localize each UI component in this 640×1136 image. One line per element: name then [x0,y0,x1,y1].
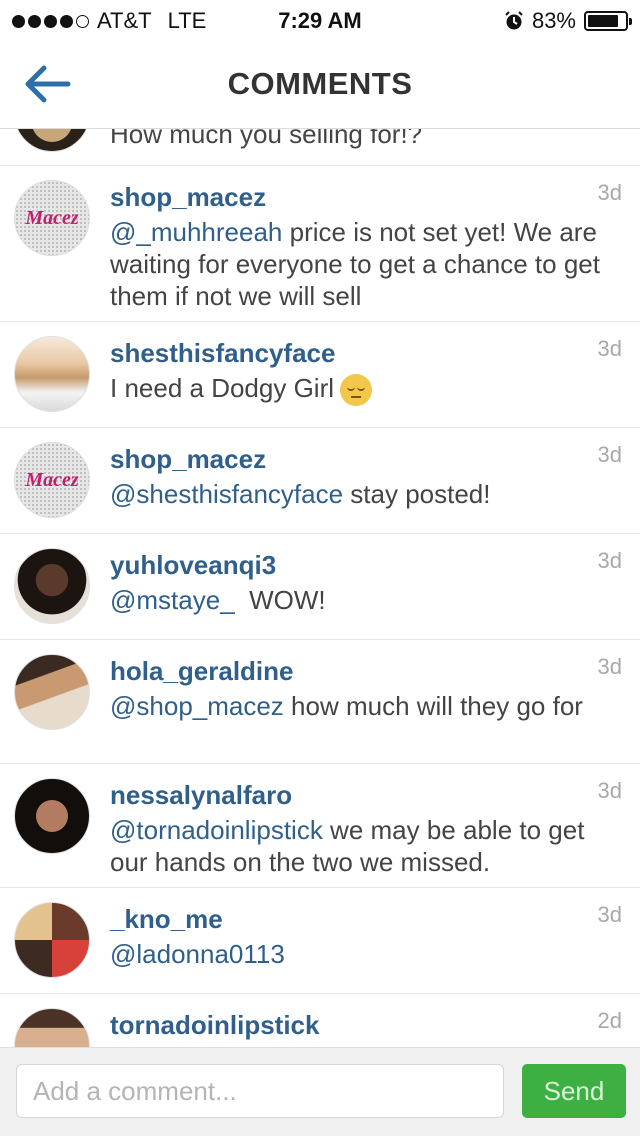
alarm-icon [505,11,523,30]
comment-text: stay posted! [343,479,491,509]
comment-timestamp: 3d [597,180,622,205]
comment-row: nessalynalfaro 3d @tornadoinlipstick we … [0,764,640,888]
battery-icon [584,11,632,31]
page-title: COMMENTS [227,66,413,101]
comment-timestamp: 3d [597,336,622,361]
avatar[interactable]: Macez [14,442,90,518]
comment-timestamp: 3d [597,902,622,927]
comment-username[interactable]: _kno_me [110,902,618,936]
comment-body: @ladonna0113 [110,938,618,970]
comment-row: tornadoinlipstick 2d [0,994,640,1048]
comment-username[interactable]: yuhloveanqi3 [110,548,618,582]
comment-timestamp: 3d [597,778,622,803]
avatar[interactable]: Macez [14,180,90,256]
status-bar: AT&T LTE 7:29 AM 83% [0,0,640,40]
avatar[interactable] [14,128,90,152]
comment-input[interactable] [16,1064,504,1118]
mention-link[interactable]: @shesthisfancyface [110,479,343,509]
comment-timestamp: 3d [597,548,622,573]
comment-username[interactable]: tornadoinlipstick [110,1008,618,1042]
comment-list[interactable]: How much you selling for!? Macez shop_ma… [0,128,640,1048]
comment-row: hola_geraldine 3d @shop_macez how much w… [0,640,640,764]
avatar[interactable] [14,1008,90,1048]
send-button[interactable]: Send [522,1064,626,1118]
mention-link[interactable]: @mstaye_ [110,585,235,615]
comment-row: Macez shop_macez 3d @_muhhreeah price is… [0,166,640,322]
comment-username[interactable]: hola_geraldine [110,654,618,688]
comment-text: how much will they go for [283,691,583,721]
comment-username[interactable]: shop_macez [110,442,618,476]
avatar[interactable] [14,902,90,978]
comment-body: I need a Dodgy Girl [110,372,618,407]
comment-row: _kno_me 3d @ladonna0113 [0,888,640,994]
comment-row: yuhloveanqi3 3d @mstaye_ WOW! [0,534,640,640]
comment-composer: Send [0,1047,640,1136]
mention-link[interactable]: @tornadoinlipstick [110,815,323,845]
mention-link[interactable]: @shop_macez [110,691,284,721]
mention-link[interactable]: @ladonna0113 [110,939,285,969]
comment-timestamp: 3d [597,654,622,679]
battery-fill [588,15,618,27]
mention-link[interactable]: @_muhhreeah [110,217,282,247]
macez-logo: Macez [25,468,79,491]
comment-username[interactable]: shop_macez [110,180,618,214]
comment-text: WOW! [234,585,326,615]
comment-username[interactable]: nessalynalfaro [110,778,618,812]
comment-timestamp: 3d [597,442,622,467]
battery-percent: 83% [531,8,576,33]
comment-body: @tornadoinlipstick we may be able to get… [110,814,618,878]
comment-username[interactable]: shesthisfancyface [110,336,618,370]
status-right: 83% [504,8,632,34]
comment-body: @mstaye_ WOW! [110,584,618,616]
comment-text: How much you selling for!? [110,128,423,149]
comment-timestamp: 2d [597,1008,622,1033]
comment-row: shesthisfancyface 3d I need a Dodgy Girl [0,322,640,428]
avatar[interactable] [14,654,90,730]
comment-body: @shesthisfancyface stay posted! [110,478,618,510]
navigation-header: COMMENTS [0,40,640,129]
avatar[interactable] [14,778,90,854]
comment-row: How much you selling for!? [0,128,640,166]
comment-row: Macez shop_macez 3d @shesthisfancyface s… [0,428,640,534]
comment-body: @shop_macez how much will they go for [110,690,618,722]
avatar[interactable] [14,336,90,412]
avatar[interactable] [14,548,90,624]
pensive-face-icon [340,374,373,407]
macez-logo: Macez [25,206,79,229]
comment-text: I need a Dodgy Girl [110,373,335,403]
comment-body: @_muhhreeah price is not set yet! We are… [110,216,618,312]
